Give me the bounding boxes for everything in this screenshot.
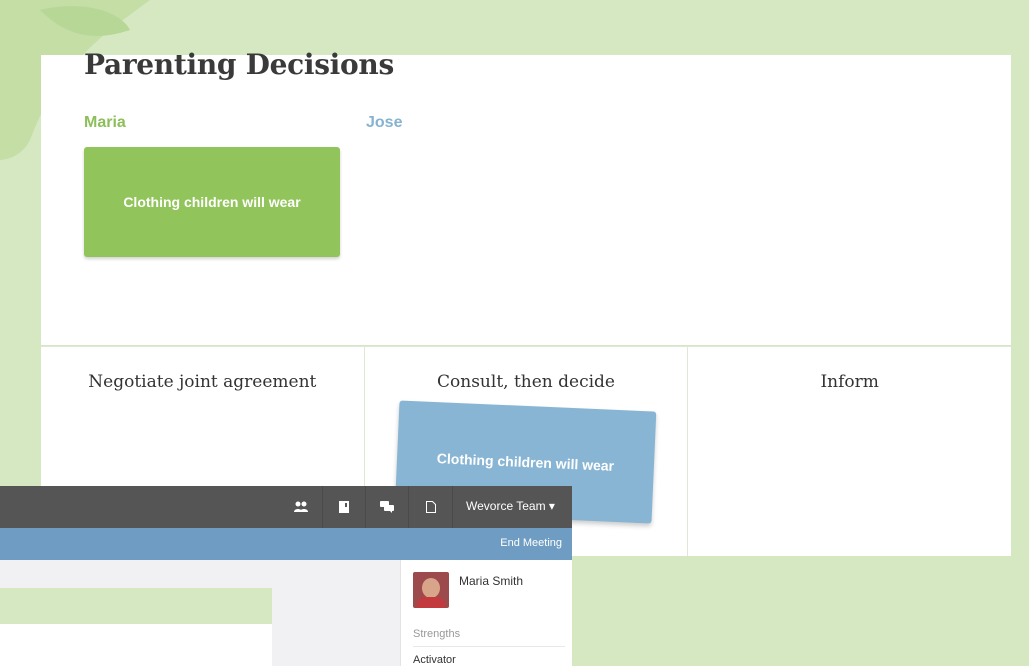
avatar-face (422, 578, 440, 598)
maria-card-label: Clothing children will wear (123, 194, 301, 210)
maria-decision-card[interactable]: Clothing children will wear (84, 147, 340, 257)
team-menu-dropdown[interactable]: Wevorce Team ▾ (466, 499, 555, 513)
navbar-divider (365, 486, 366, 528)
person-label-jose: Jose (366, 114, 403, 131)
column-title-negotiate: Negotiate joint agreement (88, 372, 317, 392)
app-window: Wevorce Team ▾ End Meeting Maria Smith S… (0, 486, 572, 666)
column-title-inform: Inform (820, 372, 879, 392)
column-title-consult: Consult, then decide (437, 372, 615, 392)
column-inform[interactable]: Inform (688, 347, 1011, 556)
document-icon[interactable] (420, 496, 442, 518)
meeting-bar: End Meeting (0, 528, 572, 560)
avatar-body (417, 597, 445, 608)
profile-panel: Maria Smith Strengths Activator (400, 560, 572, 666)
strength-item: Activator (413, 654, 456, 666)
navbar-divider (452, 486, 453, 528)
person-label-maria: Maria (84, 114, 126, 131)
navbar-divider (322, 486, 323, 528)
strengths-heading: Strengths (413, 628, 461, 640)
panel-divider (413, 646, 565, 647)
content-header-strip (0, 588, 272, 624)
end-meeting-button[interactable]: End Meeting (500, 537, 562, 549)
page-title: Parenting Decisions (84, 48, 394, 81)
profile-name[interactable]: Maria Smith (459, 574, 523, 588)
top-navbar: Wevorce Team ▾ (0, 486, 572, 528)
avatar (413, 572, 449, 608)
jose-card-label: Clothing children will wear (436, 450, 615, 474)
content-area (0, 624, 272, 666)
people-icon[interactable] (290, 496, 312, 518)
book-icon[interactable] (333, 496, 355, 518)
navbar-divider (408, 486, 409, 528)
chat-icon[interactable] (376, 496, 398, 518)
